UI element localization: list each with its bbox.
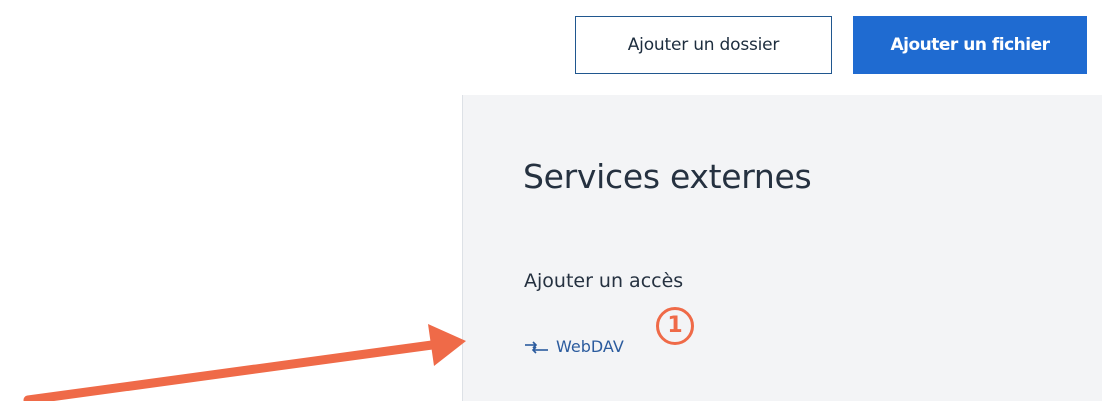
add-folder-button[interactable]: Ajouter un dossier bbox=[575, 16, 832, 74]
panel-subtitle: Ajouter un accès bbox=[524, 270, 684, 292]
step-number-badge: 1 bbox=[656, 307, 694, 345]
panel-title: Services externes bbox=[523, 157, 812, 196]
webdav-link-label: WebDAV bbox=[556, 337, 624, 356]
add-file-button[interactable]: Ajouter un fichier bbox=[853, 16, 1087, 74]
external-services-panel: Services externes Ajouter un accès WebDA… bbox=[462, 95, 1102, 401]
webdav-link[interactable]: WebDAV bbox=[524, 337, 624, 356]
transfer-arrows-icon bbox=[525, 340, 548, 354]
screenshot-stage: Ajouter un dossier Ajouter un fichier Se… bbox=[0, 0, 1102, 401]
